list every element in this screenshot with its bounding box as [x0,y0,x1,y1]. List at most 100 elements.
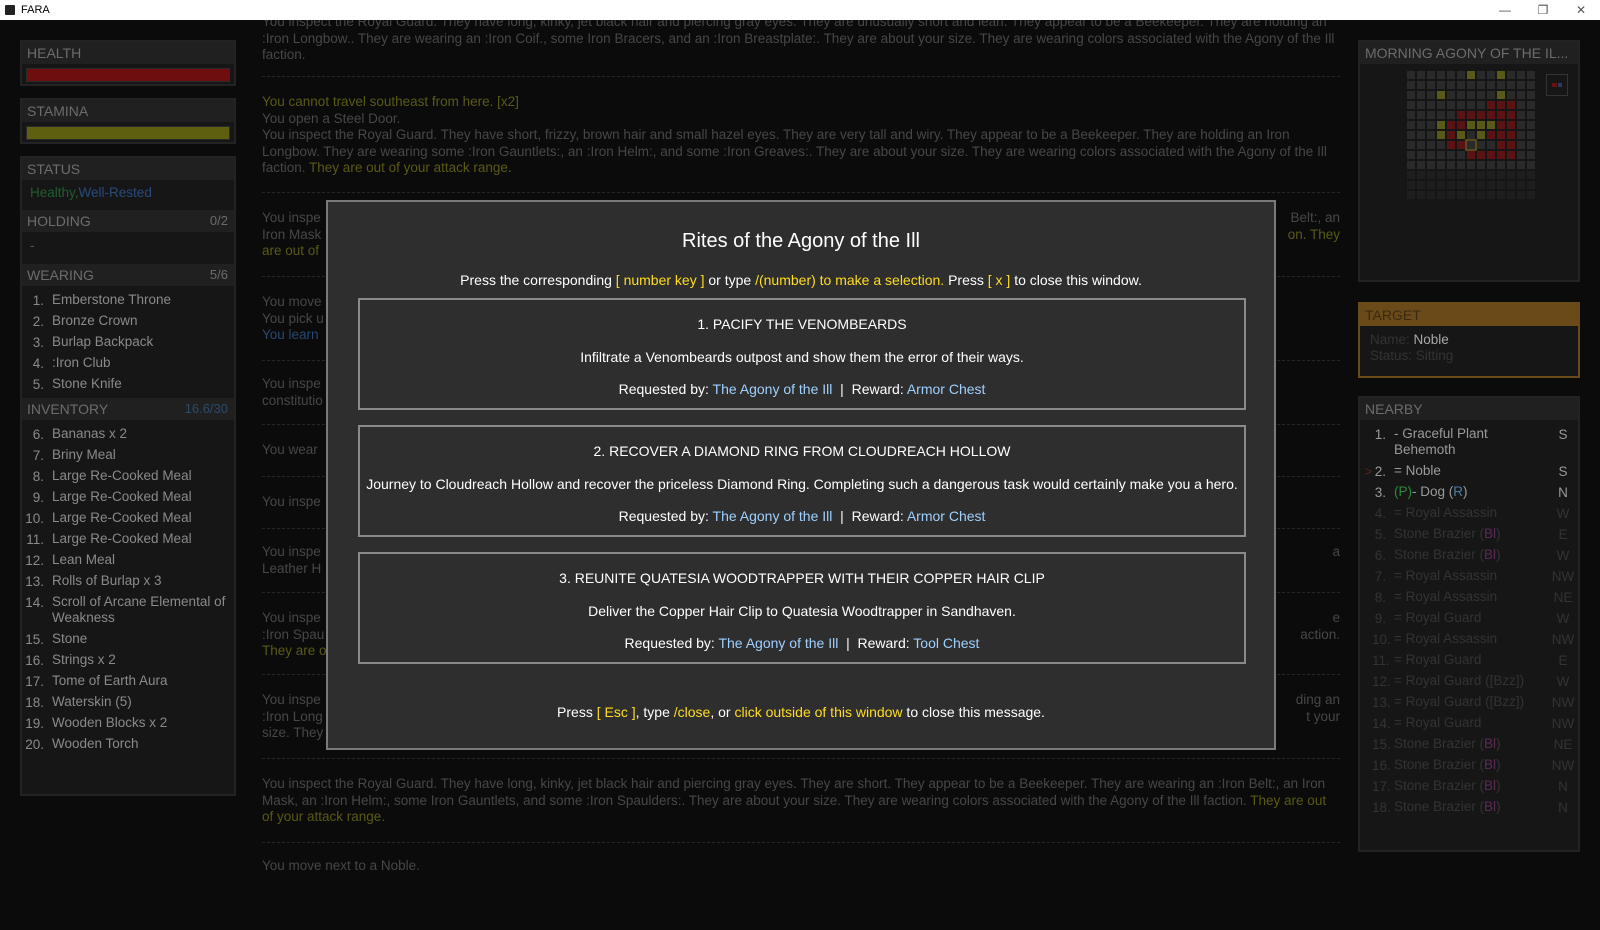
item-name: Scroll of Arcane Elemental of Weakness [52,594,226,625]
nearby-item[interactable]: >2. = Noble S [1360,461,1578,482]
selection-cursor [1360,566,1372,587]
list-item[interactable]: 19. Wooden Blocks x 2 [22,713,234,734]
map-tile [1477,151,1485,159]
list-item[interactable]: 1. Emberstone Throne [22,290,234,311]
map-tile [1457,161,1465,169]
item-name: Strings x 2 [52,652,116,667]
list-item[interactable]: 16. Strings x 2 [22,650,234,671]
stamina-label: STAMINA [22,100,234,122]
map-tile [1527,181,1535,189]
selection-cursor [1360,692,1372,713]
list-item[interactable]: 6. Bananas x 2 [22,424,234,445]
minimize-icon[interactable]: — [1486,0,1524,20]
quest-description: Journey to Cloudreach Hollow and recover… [366,476,1238,492]
nearby-name: = Royal Assassin [1394,505,1498,520]
selection-cursor [1360,524,1372,545]
list-item[interactable]: 9. Large Re-Cooked Meal [22,487,234,508]
map-tile [1417,91,1425,99]
nearby-item[interactable]: 12. = Royal Guard ([Bzz]) W [1360,671,1578,692]
nearby-item[interactable]: 9. = Royal Guard W [1360,608,1578,629]
restore-icon[interactable]: ❐ [1524,0,1562,20]
nearby-direction: NW [1551,632,1575,647]
map-tile [1407,151,1415,159]
nearby-item[interactable]: 13. = Royal Guard ([Bzz]) NW [1360,692,1578,713]
map-tile [1517,151,1525,159]
log-entry-right: Belt:, an on. They [1287,210,1340,242]
list-item[interactable]: 8. Large Re-Cooked Meal [22,466,234,487]
item-number: 5. [1374,527,1386,542]
click-outside-link[interactable]: click outside of this window [734,704,902,720]
map-tile [1507,161,1515,169]
item-name: :Iron Club [52,355,111,370]
list-item[interactable]: 10. Large Re-Cooked Meal [22,508,234,529]
list-item[interactable]: 11. Large Re-Cooked Meal [22,529,234,550]
nearby-item[interactable]: 4. = Royal Assassin W [1360,503,1578,524]
nearby-item[interactable]: 5. Stone Brazier (Bl) E [1360,524,1578,545]
nearby-tag: Bl [1484,799,1497,814]
list-item[interactable]: 17. Tome of Earth Aura [22,671,234,692]
selection-cursor: > [1364,464,1372,479]
list-item[interactable]: 18. Waterskin (5) [22,692,234,713]
health-bar [26,68,230,82]
close-icon[interactable]: ✕ [1562,0,1600,20]
list-item[interactable]: 3. Burlap Backpack [22,332,234,353]
nearby-item[interactable]: 16. Stone Brazier (Bl) NW [1360,755,1578,776]
nearby-item[interactable]: 17. Stone Brazier (Bl) N [1360,776,1578,797]
map-tile [1507,121,1515,129]
map-tile [1517,141,1525,149]
nearby-item[interactable]: 3. (P)- Dog (R) N [1360,482,1578,503]
nearby-item[interactable]: 6. Stone Brazier (Bl) W [1360,545,1578,566]
list-item[interactable]: 5. Stone Knife [22,374,234,395]
map-tile [1507,81,1515,89]
nearby-item[interactable]: 18. Stone Brazier (Bl) N [1360,797,1578,818]
map-tile [1437,131,1445,139]
selection-cursor [1360,650,1372,671]
list-item[interactable]: 15. Stone [22,629,234,650]
map-tile [1447,171,1455,179]
list-item[interactable]: 12. Lean Meal [22,550,234,571]
nearby-item[interactable]: 11. = Royal Guard E [1360,650,1578,671]
map-tile [1447,101,1455,109]
nearby-item[interactable]: 8. = Royal Assassin NE [1360,587,1578,608]
nearby-item[interactable]: 7. = Royal Assassin NW [1360,566,1578,587]
list-item[interactable]: 2. Bronze Crown [22,311,234,332]
map-tile [1517,191,1525,199]
item-name: Lean Meal [52,552,116,567]
map-tile [1447,151,1455,159]
wearing-label: WEARING [27,267,94,283]
list-item[interactable]: 4.:Iron Club [22,353,234,374]
nearby-item[interactable]: 1. - Graceful Plant Behemoth S [1360,424,1578,461]
nearby-tag: Bl [1484,526,1497,541]
map-tile [1477,121,1485,129]
holding-label: HOLDING [27,213,91,229]
nearby-item[interactable]: 15. Stone Brazier (Bl) NE [1360,734,1578,755]
item-number: 11. [26,532,44,547]
nearby-item[interactable]: 10. = Royal Assassin NW [1360,629,1578,650]
map-tile [1437,121,1445,129]
quest-dialog[interactable]: Rites of the Agony of the Ill Press the … [326,200,1276,750]
minimap[interactable] [1406,70,1536,200]
list-item[interactable]: 13. Rolls of Burlap x 3 [22,571,234,592]
map-tile [1477,131,1485,139]
map-tile [1437,71,1445,79]
map-tile [1437,141,1445,149]
map-tile [1417,121,1425,129]
map-tile [1447,91,1455,99]
log-divider [262,76,1340,77]
wearing-count: 5/6 [209,267,228,282]
nearby-item[interactable]: 14. = Royal Guard NW [1360,713,1578,734]
item-name: Waterskin (5) [52,694,132,709]
quest-option-1[interactable]: 1. PACIFY THE VENOMBEARDS Infiltrate a V… [358,298,1246,410]
list-item[interactable]: 20. Wooden Torch [22,734,234,755]
log-entry-right: e action. [1300,610,1340,642]
list-item[interactable]: 14. Scroll of Arcane Elemental of Weaknes… [22,592,234,629]
close-command-hint: /close [673,704,711,720]
nearby-tag: R [1453,484,1464,499]
quest-option-3[interactable]: 3. REUNITE QUATESIA WOODTRAPPER WITH THE… [358,552,1246,664]
list-item[interactable]: 7. Briny Meal [22,445,234,466]
map-tile [1467,191,1475,199]
map-tile [1407,121,1415,129]
quest-option-2[interactable]: 2. RECOVER A DIAMOND RING FROM CLOUDREAC… [358,425,1246,537]
map-tile [1407,81,1415,89]
item-name: Stone Knife [52,376,122,391]
